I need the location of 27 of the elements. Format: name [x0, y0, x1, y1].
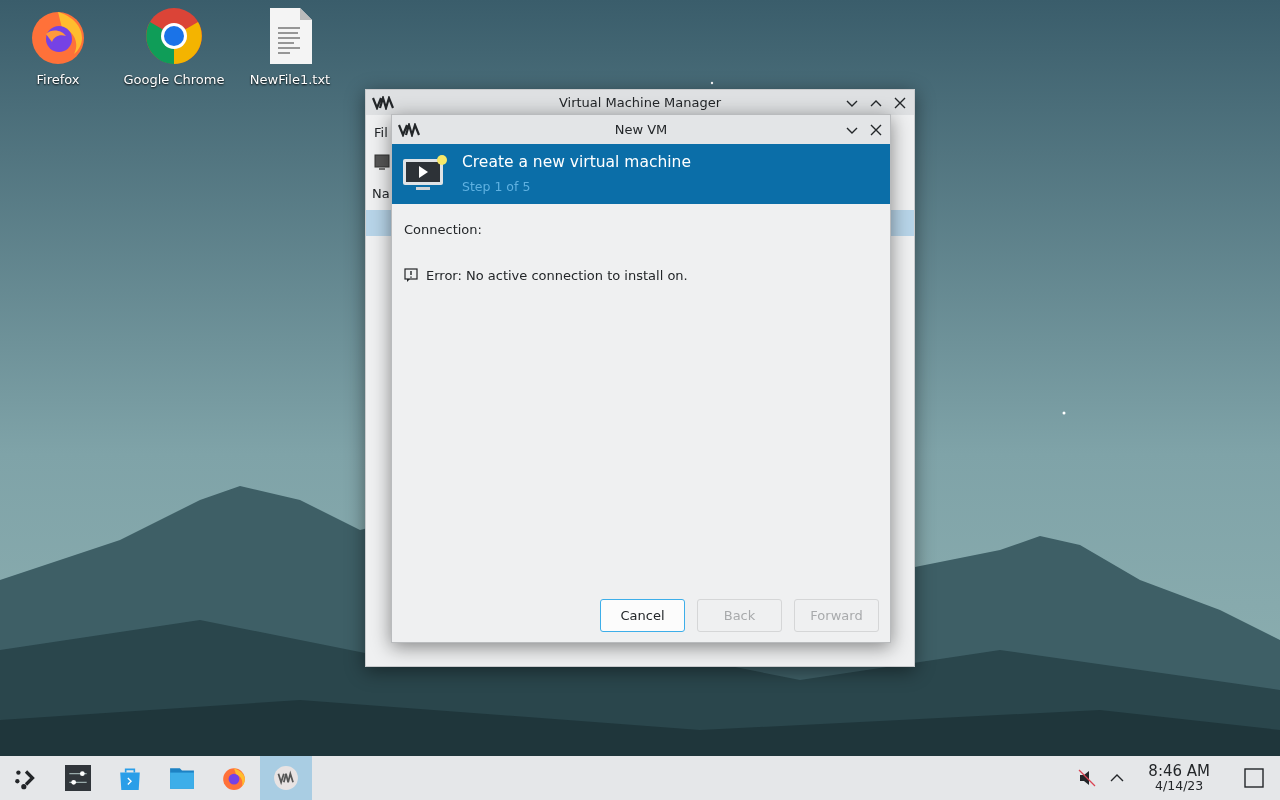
clock-date[interactable]: 4/14/23	[1155, 779, 1204, 793]
window-title: Virtual Machine Manager	[557, 93, 723, 112]
muted-speaker-icon[interactable]	[1078, 769, 1097, 787]
wizard-button[interactable]: Cancel	[600, 599, 685, 632]
sliders-icon[interactable]	[65, 765, 91, 791]
vm-logo-icon	[398, 122, 420, 137]
clock-time[interactable]: 8:46 AM	[1148, 763, 1210, 780]
connection-label: Connection:	[404, 222, 482, 237]
show-desktop-icon[interactable]	[1244, 768, 1264, 788]
vm-logo-icon	[372, 95, 394, 110]
folder-icon[interactable]	[169, 765, 195, 791]
monitor-icon[interactable]	[374, 154, 390, 172]
menu-item[interactable]: Fil	[374, 125, 388, 140]
browser-logo-icon[interactable]	[144, 6, 204, 66]
dialog-title: New VM	[613, 120, 669, 139]
icon-label[interactable]: NewFile1.txt	[249, 70, 331, 90]
icon-label[interactable]: Google Chrome	[123, 70, 225, 90]
vm-logo-icon[interactable]	[273, 765, 299, 791]
step-indicator: Step 1 of 5	[462, 178, 532, 197]
error-message: Error: No active connection to install on.	[426, 266, 688, 285]
wizard-heading: Create a new virtual machine	[462, 152, 691, 173]
column-header[interactable]: Na	[372, 186, 390, 201]
warning-icon	[404, 268, 418, 283]
taskbar-button[interactable]	[260, 756, 312, 800]
fox-globe-icon[interactable]	[221, 765, 247, 791]
chevron-up-icon[interactable]	[1110, 773, 1125, 783]
icon-label[interactable]: Firefox	[36, 70, 80, 90]
